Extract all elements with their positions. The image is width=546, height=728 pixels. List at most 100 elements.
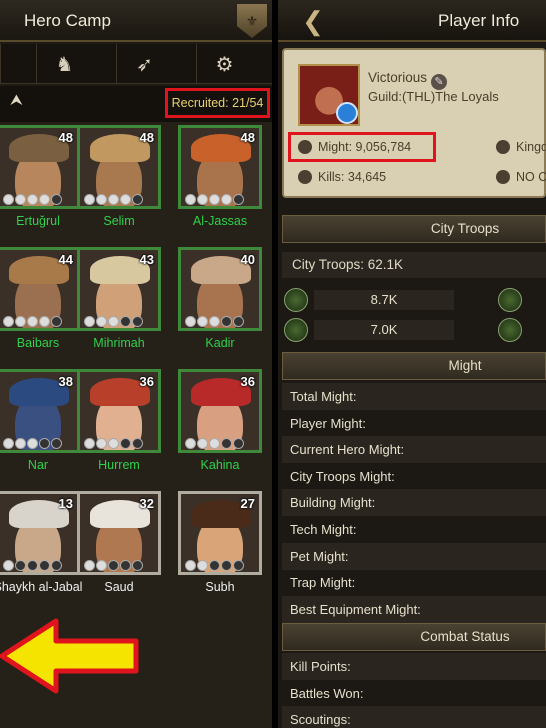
- player-info-panel: ❮ Player Info Victorious ✎ Guild:(THL)The…: [278, 0, 546, 728]
- star-icon: [39, 438, 50, 449]
- hero-star-rating: [185, 560, 244, 572]
- player-info-titlebar: ❮ Player Info: [278, 0, 546, 42]
- tab-all-heroes[interactable]: [0, 44, 28, 84]
- combat-row: Kill Points:: [282, 653, 546, 680]
- recruited-count: Recruited: 21/54: [165, 88, 270, 118]
- hero-portrait: 43: [77, 247, 161, 331]
- kills-stat: Kills: 34,645: [298, 170, 386, 184]
- might-row: City Troops Might:: [290, 468, 395, 484]
- star-icon: [39, 560, 50, 571]
- hero-level: 38: [58, 374, 73, 389]
- hero-name: Al-Jassas: [192, 214, 248, 228]
- troop-row-archer: [278, 318, 522, 342]
- might-header: Might: [282, 352, 546, 380]
- star-icon: [197, 194, 208, 205]
- combat-status-header-label: Combat Status: [420, 629, 510, 644]
- hero-portrait: 38: [0, 369, 80, 453]
- hero-camp-titlebar: Hero Camp ⚜: [0, 0, 272, 42]
- sort-arrow-icon[interactable]: ⮝: [10, 92, 23, 109]
- hero-portrait: 48: [0, 125, 80, 209]
- star-icon: [15, 438, 26, 449]
- hero-star-rating: [84, 560, 143, 572]
- might-row: Current Hero Might:: [282, 436, 546, 464]
- might-icon: [298, 140, 312, 154]
- hero-portrait: 36: [77, 369, 161, 453]
- hero-portrait: 40: [178, 247, 262, 331]
- might-row: Player Might:: [290, 415, 366, 431]
- left-arrow-annotation: [0, 618, 139, 694]
- bow-icon: ➶: [136, 53, 153, 76]
- hero-level: 44: [58, 252, 73, 267]
- hero-name: Kadir: [205, 336, 235, 350]
- hero-star-rating: [84, 438, 143, 450]
- star-icon: [120, 316, 131, 327]
- hero-star-rating: [185, 438, 244, 450]
- hero-portrait: 27: [178, 491, 262, 575]
- edit-name-icon[interactable]: ✎: [431, 74, 448, 90]
- star-icon: [132, 438, 143, 449]
- hero-star-rating: [84, 194, 143, 206]
- troop-row-knight: [278, 288, 522, 312]
- crest-icon[interactable]: ⚜: [237, 4, 267, 38]
- star-icon: [51, 438, 62, 449]
- hero-level: 36: [139, 374, 154, 389]
- star-icon: [197, 316, 208, 327]
- hero-name: Selim: [103, 214, 135, 228]
- hero-camp-panel: Hero Camp ⚜ ♞ ➶ ⚙ ⮝ Recruited: 21/54 48 E…: [0, 0, 272, 728]
- combat-row: Battles Won:: [290, 685, 364, 701]
- star-icon: [15, 560, 26, 571]
- star-icon: [108, 194, 119, 205]
- star-icon: [84, 316, 95, 327]
- hero-level: 32: [139, 496, 154, 511]
- hero-name: Subh: [205, 580, 235, 594]
- star-icon: [108, 560, 119, 571]
- might-row: Building Might:: [282, 489, 546, 517]
- hero-level: 48: [139, 130, 154, 145]
- kingdom-icon: [496, 140, 510, 154]
- hero-level: 48: [240, 130, 255, 145]
- hero-star-rating: [3, 316, 62, 328]
- star-icon: [3, 560, 14, 571]
- tab-siege[interactable]: ⚙: [196, 44, 252, 84]
- star-icon: [108, 316, 119, 327]
- archer-icon: [498, 318, 522, 342]
- star-icon: [84, 438, 95, 449]
- hero-level: 13: [58, 496, 73, 511]
- star-icon: [96, 316, 107, 327]
- star-icon: [185, 438, 196, 449]
- hero-portrait: 48: [178, 125, 262, 209]
- tab-cavalry[interactable]: ♞: [36, 44, 92, 84]
- might-header-label: Might: [448, 358, 482, 373]
- hero-star-rating: [3, 194, 62, 206]
- hero-portrait: 13: [0, 491, 80, 575]
- star-icon: [233, 194, 244, 205]
- might-row: Trap Might:: [290, 575, 356, 591]
- star-icon: [3, 316, 14, 327]
- star-icon: [27, 194, 38, 205]
- star-icon: [15, 316, 26, 327]
- star-icon: [221, 316, 232, 327]
- player-info-title: Player Info: [438, 11, 520, 30]
- star-icon: [120, 438, 131, 449]
- star-icon: [209, 316, 220, 327]
- hero-level: 36: [240, 374, 255, 389]
- profile-card: Victorious ✎ Guild:(THL)The Loyals Might:…: [282, 48, 546, 198]
- star-icon: [233, 438, 244, 449]
- city-troops-header-label: City Troops: [430, 221, 500, 236]
- star-icon: [209, 194, 220, 205]
- player-rank: Victorious ✎: [368, 70, 448, 90]
- star-icon: [120, 560, 131, 571]
- hero-star-rating: [185, 194, 244, 206]
- tab-archer[interactable]: ➶: [116, 44, 172, 84]
- star-icon: [3, 438, 14, 449]
- star-icon: [221, 438, 232, 449]
- hero-star-rating: [185, 316, 244, 328]
- star-icon: [3, 194, 14, 205]
- hero-portrait: 44: [0, 247, 80, 331]
- hero-level: 40: [240, 252, 255, 267]
- back-emblem-icon[interactable]: ❮: [282, 2, 344, 40]
- kills-value: Kills: 34,645: [318, 170, 387, 184]
- star-icon: [39, 316, 50, 327]
- no-icon: [496, 170, 510, 184]
- refresh-badge-icon[interactable]: [336, 102, 358, 124]
